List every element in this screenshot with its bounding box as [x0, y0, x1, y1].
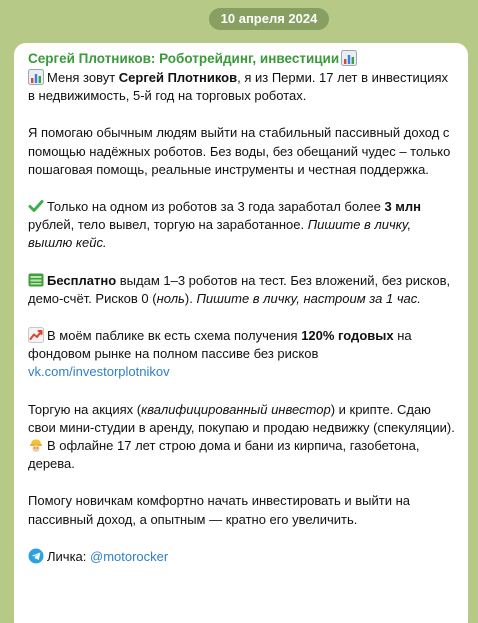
trending-up-icon	[28, 327, 44, 344]
intro-name: Сергей Плотников	[118, 70, 238, 85]
chart-icon	[28, 69, 44, 85]
profit-amount: 3 млн	[384, 199, 422, 215]
free-badge-icon	[28, 272, 44, 288]
paragraph-offer: Помогу новичкам комфортно начать инвести…	[28, 492, 458, 528]
activities-qualified: квалифицированный инвестор	[141, 401, 331, 417]
profit-mid: рублей, тело вывел, торгую на заработанн…	[28, 217, 308, 233]
activities-pre: Торгую на акциях (	[28, 401, 142, 417]
contact-handle-link[interactable]: @motorocker	[90, 549, 168, 564]
vk-link[interactable]: vk.com/investorplotnikov	[28, 364, 170, 379]
chart-icon	[341, 50, 358, 66]
free-label: Бесплатно	[47, 272, 117, 288]
paragraph-robot-profit: Только на одном из роботов за 3 года зар…	[28, 198, 458, 253]
contact-line: Личка: @motorocker	[28, 548, 458, 566]
paragraph-public: В моём паблике вк есть схема получения 1…	[28, 327, 458, 382]
public-yield: 120% годовых	[301, 328, 394, 344]
free-cta: Пишите в личку, настроим за 1 час.	[196, 290, 421, 306]
check-mark-icon	[28, 198, 44, 214]
help-text: Я помогаю обычным людям выйти на стабиль…	[28, 125, 451, 177]
telegram-icon	[28, 548, 44, 564]
contact-label: Личка:	[47, 548, 90, 564]
message-bubble[interactable]: Сергей Плотников: Роботрейдинг, инвестиц…	[14, 43, 468, 623]
message-text: Меня зовут Сергей Плотников, я из Перми.…	[28, 69, 458, 566]
offer-text: Помогу новичкам комфортно начать инвести…	[28, 493, 410, 527]
sender-name[interactable]: Сергей Плотников: Роботрейдинг, инвестиц…	[28, 49, 458, 69]
intro-pre: Меня зовут	[47, 70, 119, 85]
profit-pre: Только на одном из роботов за 3 года зар…	[47, 199, 385, 215]
construction-worker-icon	[28, 437, 44, 453]
paragraph-intro: Меня зовут Сергей Плотников, я из Перми.…	[28, 69, 458, 105]
paragraph-help: Я помогаю обычным людям выйти на стабиль…	[28, 124, 458, 179]
public-pre: В моём паблике вк есть схема получения	[47, 328, 302, 344]
paragraph-activities: Торгую на акциях (квалифицированный инве…	[28, 401, 458, 474]
sender-name-text: Сергей Плотников: Роботрейдинг, инвестиц…	[28, 51, 340, 66]
free-zero: ноль	[156, 290, 185, 306]
activities-offline: В офлайне 17 лет строю дома и бани из ки…	[28, 438, 420, 472]
date-separator: 10 апреля 2024	[209, 8, 329, 30]
paragraph-free-robots: Бесплатно выдам 1–3 роботов на тест. Без…	[28, 272, 458, 308]
free-post: ).	[184, 290, 197, 306]
